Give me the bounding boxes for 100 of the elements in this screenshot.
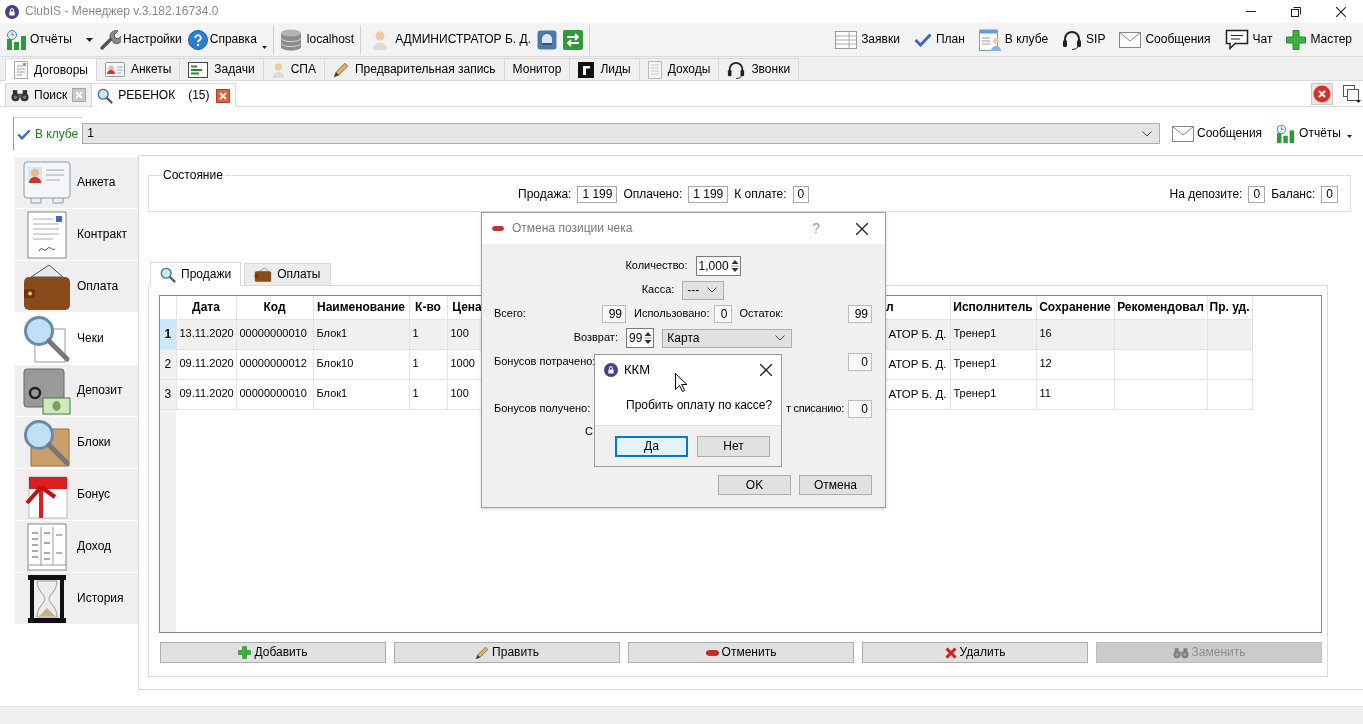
caret-icon <box>1347 134 1352 138</box>
cancel-button[interactable]: Отменить <box>628 642 854 663</box>
caret-icon <box>261 45 267 49</box>
column-header[interactable]: Исполнитель <box>950 296 1036 319</box>
value-field: 1 199 <box>577 186 618 203</box>
sidebar-item[interactable]: Бонус <box>15 469 138 521</box>
chevron-down-icon <box>1141 130 1152 137</box>
table-cell: 13.11.2020 <box>176 319 236 349</box>
tab[interactable]: Продажи <box>150 262 242 286</box>
column-header[interactable]: К-во <box>409 296 447 319</box>
field-label: К оплате: <box>734 187 787 202</box>
column-header[interactable]: Сохранение <box>1036 296 1114 319</box>
value-field: 0 <box>792 186 810 203</box>
close-icon <box>1335 6 1346 17</box>
sidebar-item[interactable]: История <box>15 573 138 625</box>
chevron-down-icon <box>775 335 786 341</box>
field-label: Продажа: <box>518 187 572 202</box>
tab[interactable]: Лиды <box>569 58 640 80</box>
toolbar-button[interactable]: Чат <box>1224 28 1273 51</box>
headset-icon <box>727 60 746 79</box>
column-header[interactable]: Наименование <box>313 296 409 319</box>
toolbar-button[interactable]: Сообщения <box>1171 125 1263 142</box>
dropdown[interactable]: 1 <box>82 123 1160 144</box>
document-tab[interactable]: РЕБЕНОК (15) <box>91 83 236 107</box>
chat-icon <box>1224 28 1249 51</box>
delete-button[interactable]: Удалить <box>862 642 1088 663</box>
menu-button[interactable]: Справка <box>184 25 270 54</box>
person-list-icon <box>978 28 1001 51</box>
dialog-button[interactable]: Отмена <box>799 475 872 495</box>
sidebar-item[interactable]: Анкета <box>15 157 138 209</box>
tab[interactable]: Оплаты <box>244 263 331 285</box>
dialog-button[interactable]: Да <box>615 435 688 457</box>
toolbar-button[interactable]: Сообщения <box>1119 31 1211 48</box>
help-icon <box>187 29 208 50</box>
tab[interactable]: Задачи <box>179 58 264 80</box>
document-tab[interactable]: Поиск <box>5 83 93 106</box>
column-header[interactable]: Дата <box>176 296 236 319</box>
menu-button[interactable]: Отчёты <box>1276 124 1352 143</box>
binoculars-icon <box>11 88 29 102</box>
app-logo-icon <box>5 4 19 19</box>
dialog-title: ККМ <box>624 361 650 379</box>
spin-arrows-icon <box>644 330 653 346</box>
table-cell: Блок1 <box>313 379 409 409</box>
table-cell: Блок10 <box>313 349 409 379</box>
dropdown[interactable]: --- <box>682 280 725 300</box>
table-cell: Тренер1 <box>950 319 1036 349</box>
chevron-down-icon <box>707 287 718 293</box>
sidebar-item[interactable]: Оплата <box>15 261 138 313</box>
tab[interactable]: Договоры <box>5 58 97 81</box>
split-button[interactable]: Отчёты <box>3 25 96 54</box>
magnifier-icon <box>23 314 71 363</box>
dialog-button[interactable]: OK <box>718 475 791 495</box>
sidebar-item[interactable]: Контракт <box>15 209 138 261</box>
tab[interactable]: Звонки <box>718 58 800 80</box>
toolbar-button[interactable]: Заявки <box>835 30 900 49</box>
table-cell: Тренер1 <box>950 379 1036 409</box>
minimize-icon <box>1245 11 1256 12</box>
value-field: 0 <box>848 353 872 371</box>
tab[interactable]: Доходы <box>638 58 720 80</box>
edit-button[interactable]: Править <box>394 642 620 663</box>
sidebar-item[interactable]: Блоки <box>15 417 138 469</box>
close-icon[interactable] <box>856 222 868 235</box>
toolbar-button[interactable]: Настройки <box>95 25 185 54</box>
document-icon <box>27 210 67 259</box>
field-label: Использовано: <box>634 307 710 321</box>
column-header[interactable]: Код <box>236 296 313 319</box>
toolbar-label: localhost <box>306 32 355 47</box>
add-button[interactable]: Добавить <box>160 642 386 663</box>
field-label: Количество: <box>625 259 688 273</box>
envelope-icon <box>1119 31 1142 48</box>
value-field: 1 199 <box>688 186 729 203</box>
spin-arrows-icon <box>730 258 739 274</box>
spin-box[interactable]: 99 <box>625 328 655 348</box>
window-list-button[interactable] <box>1343 84 1361 103</box>
row-number[interactable]: 2 <box>160 349 176 379</box>
table-cell: 11 <box>1036 379 1114 409</box>
tab[interactable]: Анкеты <box>95 58 181 80</box>
column-header[interactable]: Пр. уд. <box>1207 296 1252 319</box>
close-icon[interactable] <box>760 364 772 376</box>
mouse-cursor-icon <box>675 373 687 392</box>
table-cell: 00000000010 <box>236 379 313 409</box>
field-label: Всего: <box>494 307 527 321</box>
sidebar-item[interactable]: Депозит <box>15 365 138 417</box>
spin-box[interactable]: 1,000 <box>695 256 741 276</box>
dropdown[interactable]: Карта <box>662 328 793 348</box>
bar-chart-icon <box>1276 124 1297 143</box>
tab[interactable]: СПА <box>262 58 325 80</box>
sidebar-item[interactable]: Доход <box>15 521 138 573</box>
row-number[interactable]: 3 <box>160 379 176 409</box>
toolbar-button[interactable]: В клубе <box>978 28 1049 51</box>
tab[interactable]: Предварительная запись <box>323 58 505 80</box>
column-header[interactable]: Рекомендовал <box>1114 296 1207 319</box>
close-button[interactable] <box>1311 82 1333 105</box>
pencil-icon <box>475 645 490 660</box>
toolbar-button[interactable]: SIP <box>1062 29 1106 50</box>
row-number[interactable]: 1 <box>160 319 176 349</box>
dialog-button[interactable]: Нет <box>697 435 770 457</box>
toolbar-button[interactable]: Мастер <box>1286 29 1352 50</box>
toolbar-label: АДМИНИСТРАТОР Б. Д. <box>395 32 531 47</box>
toolbar-button[interactable]: План <box>913 32 965 47</box>
